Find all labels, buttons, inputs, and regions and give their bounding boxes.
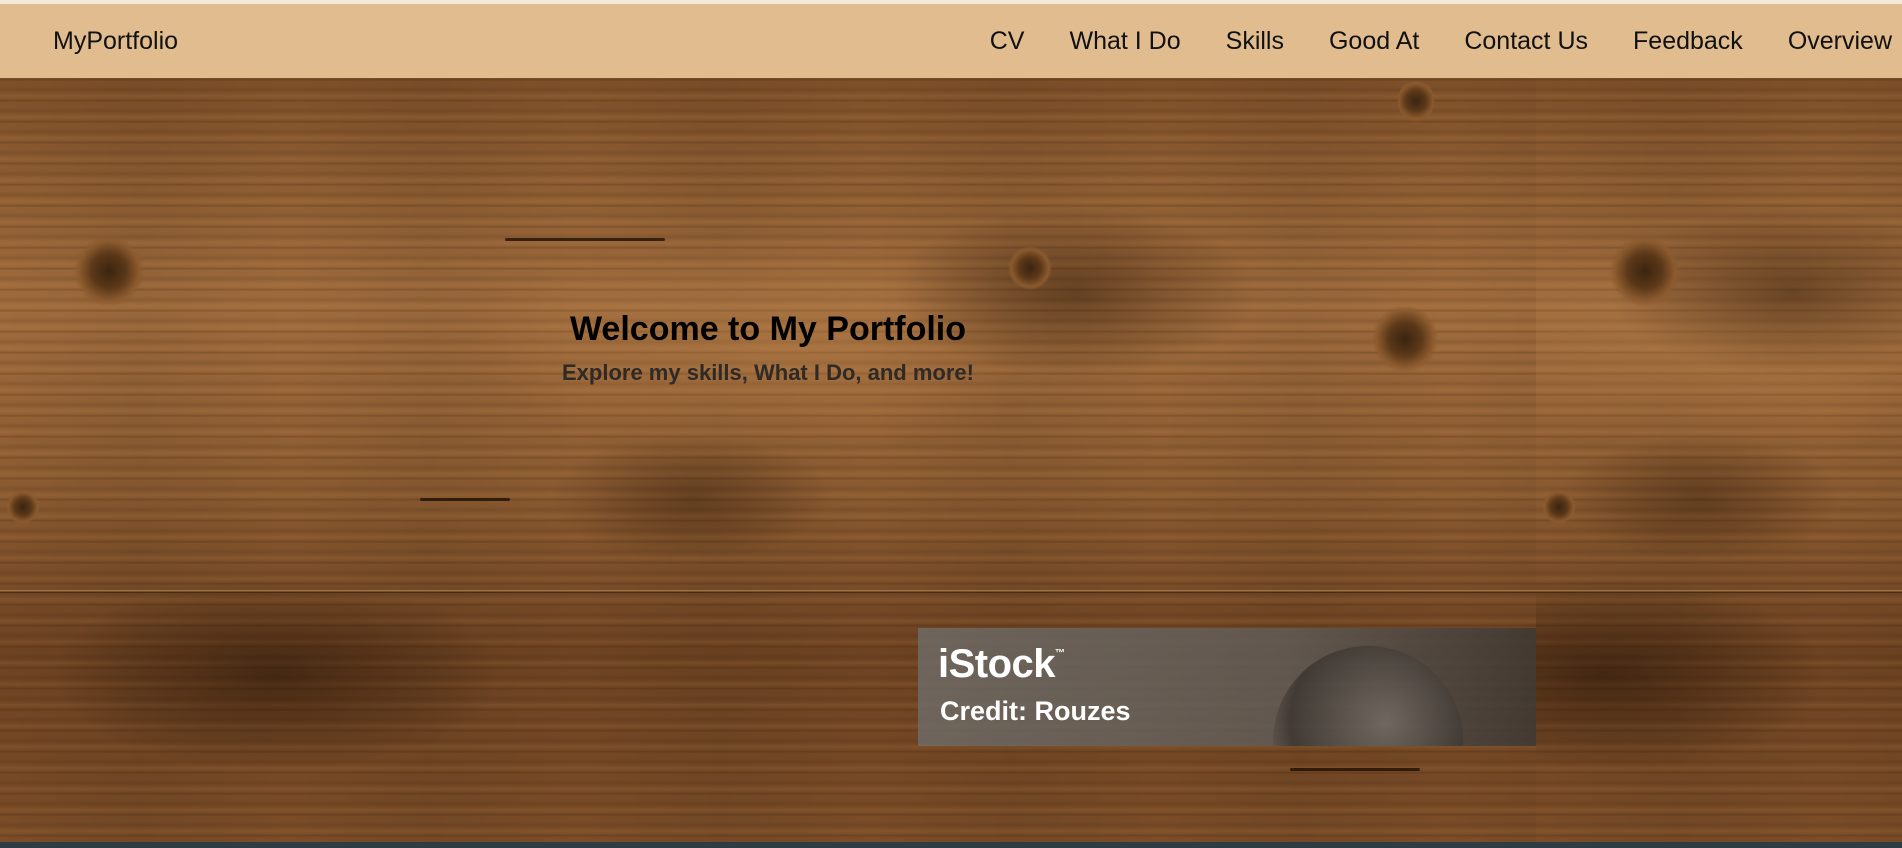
nav-link-cv[interactable]: CV <box>990 27 1025 56</box>
image-credit: Credit: Rouzes <box>940 696 1131 726</box>
wood-crack <box>420 498 510 501</box>
wood-crack <box>505 238 665 241</box>
wood-crack <box>1290 768 1420 771</box>
plank-seam <box>0 590 1536 593</box>
istock-logo-text: iStock <box>938 642 1056 686</box>
hero-title: Welcome to My Portfolio <box>569 310 967 348</box>
navbar: MyPortfolio CV What I Do Skills Good At … <box>0 4 1902 78</box>
hero-section: Welcome to My Portfolio Explore my skill… <box>0 78 1902 842</box>
nav-link-skills[interactable]: Skills <box>1226 27 1284 56</box>
nav-link-good-at[interactable]: Good At <box>1329 27 1419 56</box>
hero-subtitle: Explore my skills, What I Do, and more! <box>562 360 974 385</box>
wood-knot <box>6 490 40 524</box>
wood-knot <box>1398 78 1434 124</box>
plank-seam <box>1536 590 1902 593</box>
wood-knot <box>1610 236 1680 306</box>
trademark-symbol: ™ <box>1055 648 1065 659</box>
footer-strip <box>0 842 1902 848</box>
nav-link-contact-us[interactable]: Contact Us <box>1464 27 1588 56</box>
portfolio-page: MyPortfolio CV What I Do Skills Good At … <box>0 0 1902 848</box>
nav-links: CV What I Do Skills Good At Contact Us F… <box>945 27 1892 56</box>
istock-watermark: iStock™ Credit: Rouzes <box>918 628 1536 746</box>
nav-link-overview[interactable]: Overview <box>1788 27 1892 56</box>
watermark-shape <box>1273 646 1463 746</box>
brand-link[interactable]: MyPortfolio <box>53 27 178 56</box>
wood-knot <box>74 236 144 306</box>
nav-link-feedback[interactable]: Feedback <box>1633 27 1743 56</box>
istock-logo: iStock™ <box>938 642 1065 687</box>
nav-link-what-i-do[interactable]: What I Do <box>1069 27 1180 56</box>
wood-knot <box>1008 246 1052 290</box>
hero-background-image-repeat <box>1536 78 1902 842</box>
wood-knot <box>1542 490 1576 524</box>
